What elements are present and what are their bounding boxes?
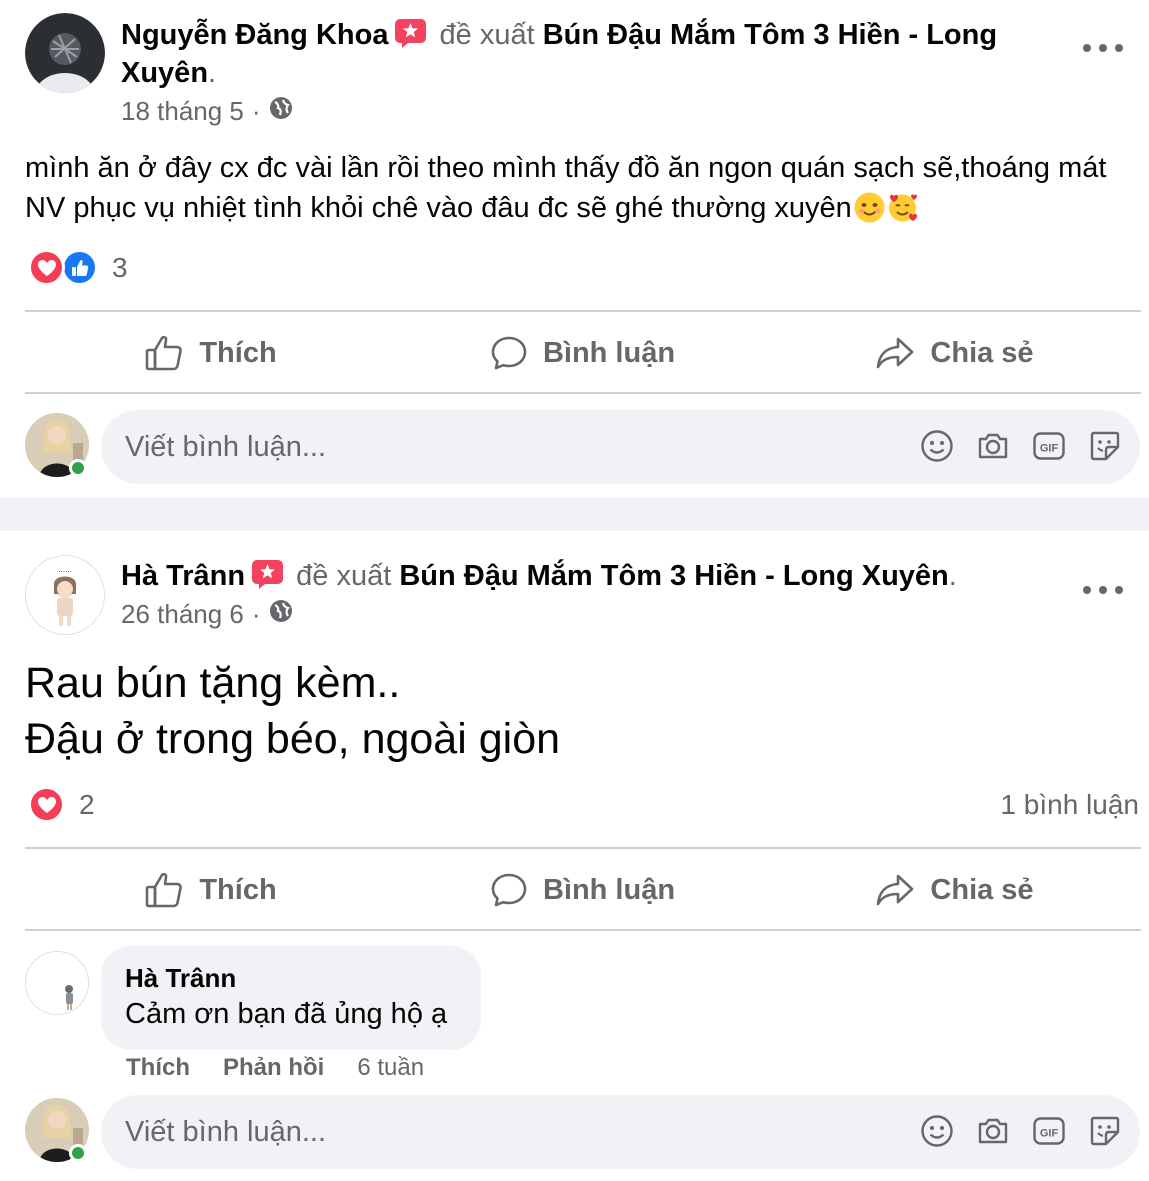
- reaction-count: 3: [112, 251, 128, 283]
- gif-icon[interactable]: GIF: [1032, 1114, 1066, 1148]
- like-label: Thích: [199, 336, 277, 369]
- author-name[interactable]: Hà Trânn: [121, 560, 245, 592]
- comment-author[interactable]: Hà Trânn: [125, 962, 457, 994]
- svg-text:GIF: GIF: [1040, 443, 1059, 455]
- online-status-dot: [69, 459, 87, 477]
- post-text-line: Đậu ở trong béo, ngoài giòn: [25, 715, 561, 763]
- comment-time[interactable]: 6 tuần: [357, 1054, 424, 1082]
- comment-bubble[interactable]: Hà Trânn Cảm ơn bạn đã ủng hộ ạ: [101, 946, 481, 1050]
- author-name[interactable]: Nguyễn Đăng Khoa: [121, 19, 388, 51]
- camera-icon[interactable]: [976, 429, 1010, 463]
- camera-icon[interactable]: [976, 1114, 1010, 1148]
- author-avatar[interactable]: ......: [25, 555, 105, 635]
- post-body: mình ăn ở đây cx đc vài lần rồi theo mìn…: [25, 148, 1119, 228]
- comment-actions: Thích Phản hồi 6 tuần: [126, 1054, 424, 1082]
- comment-button[interactable]: Bình luận: [397, 313, 769, 393]
- comment-composer[interactable]: GIF: [101, 410, 1140, 484]
- trailing-period: .: [948, 560, 957, 592]
- svg-text:......: ......: [58, 565, 71, 574]
- feed-separator: [0, 498, 1149, 531]
- comment-label: Bình luận: [542, 873, 676, 906]
- emoji-icon[interactable]: [920, 1114, 954, 1148]
- share-button[interactable]: Chia sẻ: [769, 313, 1141, 393]
- author-avatar[interactable]: [25, 13, 105, 93]
- globe-icon: [269, 599, 293, 630]
- comment-input[interactable]: [125, 1115, 885, 1149]
- comment-like-button[interactable]: Thích: [126, 1054, 190, 1082]
- post-meta: 18 tháng 5 ·: [121, 96, 293, 127]
- share-label: Chia sẻ: [930, 336, 1034, 369]
- share-arrow-icon: [877, 874, 914, 906]
- smiling-face-icon: [854, 192, 885, 223]
- comment-bubble-icon: [491, 873, 527, 907]
- love-reaction-icon: [28, 786, 65, 823]
- post-action-bar: Thích Bình luận Chia sẻ: [25, 850, 1141, 930]
- comment-label: Bình luận: [542, 336, 676, 369]
- gif-icon[interactable]: GIF: [1032, 429, 1066, 463]
- reaction-summary[interactable]: 3: [28, 249, 128, 286]
- svg-text:GIF: GIF: [1040, 1128, 1059, 1140]
- share-label: Chia sẻ: [930, 873, 1034, 906]
- online-status-dot: [69, 1144, 87, 1162]
- composer-tools: GIF: [920, 1114, 1122, 1148]
- divider: [25, 310, 1141, 312]
- post-text: mình ăn ở đây cx đc vài lần rồi theo mìn…: [25, 152, 1107, 224]
- comment-composer[interactable]: GIF: [101, 1095, 1140, 1169]
- post-meta: 26 tháng 6 ·: [121, 599, 293, 630]
- comment-text: Cảm ơn bạn đã ủng hộ ạ: [125, 998, 448, 1030]
- composer-tools: GIF: [920, 429, 1122, 463]
- recommend-verb: đề xuất: [296, 560, 392, 592]
- reaction-summary[interactable]: 2: [28, 786, 95, 823]
- meta-separator: ·: [251, 96, 261, 126]
- post-text-line: Rau bún tặng kèm..: [25, 659, 401, 707]
- comment-bubble-icon: [491, 336, 527, 370]
- recommend-badge-icon: [394, 18, 427, 48]
- trailing-period: .: [208, 57, 217, 89]
- post-date[interactable]: 18 tháng 5: [121, 96, 244, 127]
- comment-reply-button[interactable]: Phản hồi: [223, 1054, 324, 1082]
- share-button[interactable]: Chia sẻ: [769, 850, 1141, 930]
- recommend-verb: đề xuất: [439, 19, 535, 51]
- like-button[interactable]: Thích: [25, 313, 397, 393]
- post-header: Hà Trânn đề xuất Bún Đậu Mắm Tôm 3 Hiền …: [121, 557, 1061, 595]
- like-label: Thích: [199, 873, 277, 906]
- love-reaction-icon: [28, 249, 65, 286]
- page-name-link[interactable]: Bún Đậu Mắm Tôm 3 Hiền - Long Xuyên: [399, 560, 948, 592]
- share-arrow-icon: [877, 337, 914, 369]
- thumbs-up-icon: [146, 872, 183, 908]
- recommend-badge-icon: [251, 559, 284, 589]
- divider: [25, 392, 1141, 394]
- more-options-button[interactable]: [1083, 580, 1123, 600]
- post-header: Nguyễn Đăng Khoa đề xuất Bún Đậu Mắm Tôm…: [121, 16, 1061, 92]
- divider: [25, 929, 1141, 931]
- review-post: Nguyễn Đăng Khoa đề xuất Bún Đậu Mắm Tôm…: [0, 0, 1149, 498]
- globe-icon: [269, 96, 293, 127]
- like-button[interactable]: Thích: [25, 850, 397, 930]
- like-reaction-icon: [61, 249, 98, 286]
- emoji-icon[interactable]: [920, 429, 954, 463]
- more-options-button[interactable]: [1083, 38, 1123, 58]
- comment-button[interactable]: Bình luận: [397, 850, 769, 930]
- sticker-icon[interactable]: [1088, 1114, 1122, 1148]
- comment-input[interactable]: [125, 430, 885, 464]
- sticker-icon[interactable]: [1088, 429, 1122, 463]
- post-body: Rau bún tặng kèm.. Đậu ở trong béo, ngoà…: [25, 655, 1119, 767]
- commenter-avatar[interactable]: [25, 951, 89, 1015]
- divider: [25, 847, 1141, 849]
- post-date[interactable]: 26 tháng 6: [121, 599, 244, 630]
- reaction-count: 2: [79, 788, 95, 820]
- post-action-bar: Thích Bình luận Chia sẻ: [25, 313, 1141, 393]
- reviews-feed: Nguyễn Đăng Khoa đề xuất Bún Đậu Mắm Tôm…: [0, 0, 1149, 1181]
- thumbs-up-icon: [146, 335, 183, 371]
- smiling-face-with-hearts-icon: [887, 192, 918, 223]
- comment-count-link[interactable]: 1 bình luận: [1000, 789, 1139, 821]
- meta-separator: ·: [251, 599, 261, 629]
